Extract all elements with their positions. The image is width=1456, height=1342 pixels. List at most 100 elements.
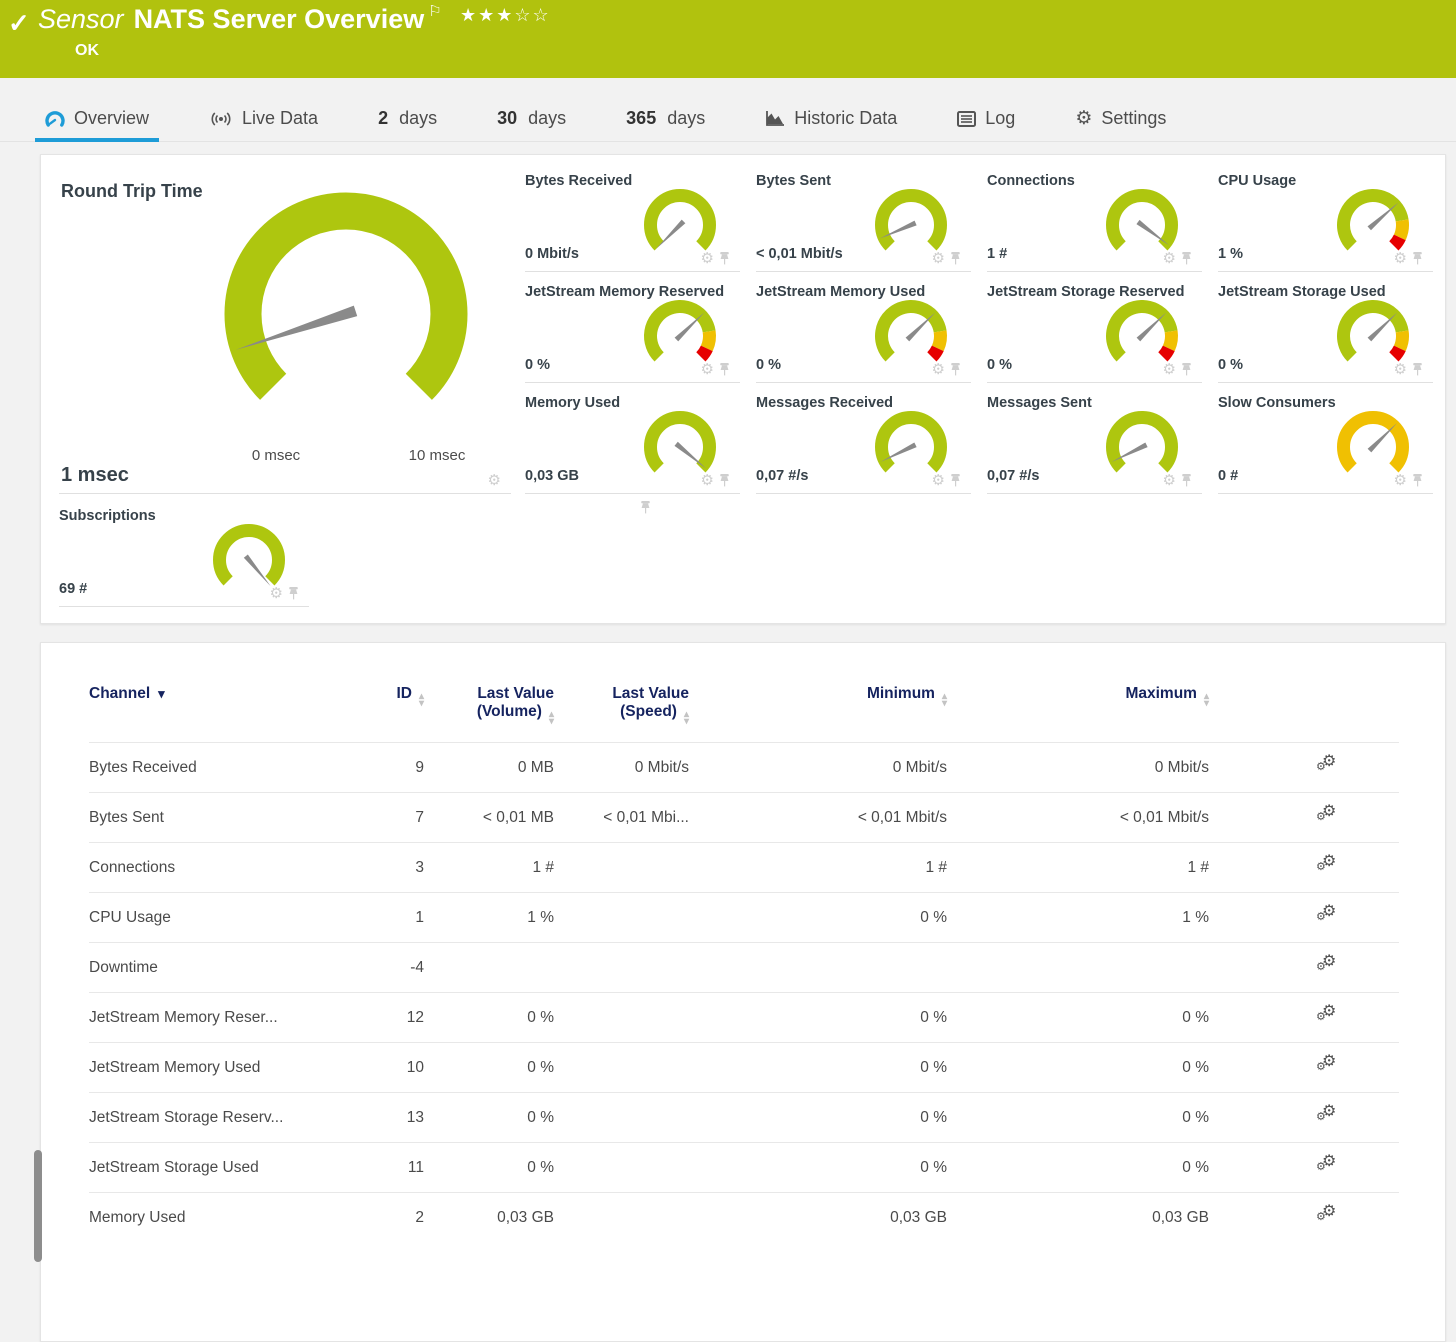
tab-30-days[interactable]: 30 days <box>487 96 576 141</box>
gauge-cell-memory-used[interactable]: Memory Used 0,03 GB ⚙ <box>525 383 740 494</box>
gauge-settings-gear-icon[interactable]: ⚙ <box>1394 473 1407 488</box>
table-row[interactable]: JetStream Storage Reserv... 13 0 % 0 % 0… <box>89 1093 1399 1143</box>
gauge-pin-icon[interactable] <box>1412 474 1423 487</box>
gauge-title: Round Trip Time <box>61 181 203 202</box>
gauge-settings-gear-icon[interactable]: ⚙ <box>701 362 714 377</box>
tab-log[interactable]: Log <box>947 96 1025 141</box>
table-row[interactable]: JetStream Storage Used 11 0 % 0 % 0 % ⚙⚙ <box>89 1143 1399 1193</box>
cell-last-value-volume: 0 % <box>424 1143 554 1193</box>
gauge-pin-icon[interactable] <box>1181 474 1192 487</box>
tab-historic-data[interactable]: Historic Data <box>755 96 907 141</box>
channels-table: Channel▾ ID▴▾ Last Value (Volume)▴▾ Last… <box>89 679 1399 1243</box>
gauge-cell-jetstream-storage-reserved[interactable]: JetStream Storage Reserved 0 % ⚙ <box>987 272 1202 383</box>
cell-last-value-volume: 0 % <box>424 1093 554 1143</box>
channel-settings-gears-icon[interactable]: ⚙⚙ <box>1317 1205 1339 1225</box>
table-row[interactable]: Downtime -4 ⚙⚙ <box>89 943 1399 993</box>
cell-maximum: 0 Mbit/s <box>947 743 1209 793</box>
gauge-pin-icon[interactable] <box>719 363 730 376</box>
channel-gauge <box>1098 185 1186 257</box>
gauge-pin-icon[interactable] <box>1181 363 1192 376</box>
gauge-cell-jetstream-memory-reserved[interactable]: JetStream Memory Reserved 0 % ⚙ <box>525 272 740 383</box>
gauge-cell-cpu-usage[interactable]: CPU Usage 1 % ⚙ <box>1218 161 1433 272</box>
gauge-cell-subscriptions[interactable]: Subscriptions 69 # ⚙ <box>59 496 309 607</box>
gauge-settings-gear-icon[interactable]: ⚙ <box>932 251 945 266</box>
cell-maximum: 0 % <box>947 1093 1209 1143</box>
gauge-settings-gear-icon[interactable]: ⚙ <box>1394 251 1407 266</box>
channel-settings-gears-icon[interactable]: ⚙⚙ <box>1317 805 1339 825</box>
gauge-pin-icon[interactable] <box>1181 252 1192 265</box>
gauge-settings-gear-icon[interactable]: ⚙ <box>488 473 501 488</box>
gauge-pin-icon[interactable] <box>950 363 961 376</box>
column-header-channel[interactable]: Channel▾ <box>89 679 334 743</box>
gauge-pin-icon[interactable] <box>719 474 730 487</box>
gauge-pin-icon[interactable] <box>640 501 651 514</box>
tab-live-data[interactable]: Live Data <box>199 96 328 141</box>
gauge-value: 0,03 GB <box>525 468 579 484</box>
cell-channel: JetStream Storage Reserv... <box>89 1093 334 1143</box>
gauge-settings-gear-icon[interactable]: ⚙ <box>1163 251 1176 266</box>
cell-actions: ⚙⚙ <box>1209 743 1399 793</box>
gauge-settings-gear-icon[interactable]: ⚙ <box>932 473 945 488</box>
gauge-cell-messages-sent[interactable]: Messages Sent 0,07 #/s ⚙ <box>987 383 1202 494</box>
gauge-settings-gear-icon[interactable]: ⚙ <box>1163 473 1176 488</box>
gauge-settings-gear-icon[interactable]: ⚙ <box>270 586 283 601</box>
channel-settings-gears-icon[interactable]: ⚙⚙ <box>1317 1105 1339 1125</box>
priority-stars[interactable]: ★★★☆☆ <box>460 5 551 26</box>
channel-settings-gears-icon[interactable]: ⚙⚙ <box>1317 1055 1339 1075</box>
gauge-cell-slow-consumers[interactable]: Slow Consumers 0 # ⚙ <box>1218 383 1433 494</box>
channel-settings-gears-icon[interactable]: ⚙⚙ <box>1317 755 1339 775</box>
table-row[interactable]: Bytes Sent 7 < 0,01 MB < 0,01 Mbi... < 0… <box>89 793 1399 843</box>
table-row[interactable]: JetStream Memory Used 10 0 % 0 % 0 % ⚙⚙ <box>89 1043 1399 1093</box>
table-row[interactable]: Connections 3 1 # 1 # 1 # ⚙⚙ <box>89 843 1399 893</box>
gauge-cell-messages-received[interactable]: Messages Received 0,07 #/s ⚙ <box>756 383 971 494</box>
tab-overview[interactable]: Overview <box>35 96 159 141</box>
sort-icon: ▴▾ <box>684 711 689 725</box>
cell-channel: Memory Used <box>89 1193 334 1243</box>
channel-gauge <box>867 296 955 368</box>
gauge-pin-icon[interactable] <box>288 587 299 600</box>
table-row[interactable]: Bytes Received 9 0 MB 0 Mbit/s 0 Mbit/s … <box>89 743 1399 793</box>
gauge-pin-icon[interactable] <box>1412 252 1423 265</box>
channel-settings-gears-icon[interactable]: ⚙⚙ <box>1317 1005 1339 1025</box>
tab-settings[interactable]: ⚙ Settings <box>1065 96 1176 141</box>
gauge-cell-jetstream-memory-used[interactable]: JetStream Memory Used 0 % ⚙ <box>756 272 971 383</box>
tab-2-days[interactable]: 2 days <box>368 96 447 141</box>
channel-settings-gears-icon[interactable]: ⚙⚙ <box>1317 1155 1339 1175</box>
gauge-cell-bytes-sent[interactable]: Bytes Sent < 0,01 Mbit/s ⚙ <box>756 161 971 272</box>
column-header-last-value-speed[interactable]: Last Value (Speed)▴▾ <box>554 679 689 743</box>
priority-flag-icon[interactable]: ⚐ <box>428 3 441 20</box>
gauges-panel: Round Trip Time 0 msec 10 msec 1 msec ⚙ … <box>40 154 1446 624</box>
channel-gauge <box>1329 296 1417 368</box>
gauge-settings-gear-icon[interactable]: ⚙ <box>932 362 945 377</box>
sensor-status-band: ✓ SensorNATS Server Overview⚐ ★★★☆☆ OK <box>0 0 1456 78</box>
gauge-cell-bytes-received[interactable]: Bytes Received 0 Mbit/s ⚙ <box>525 161 740 272</box>
gauge-cell-round-trip-time[interactable]: Round Trip Time 0 msec 10 msec 1 msec ⚙ <box>59 161 511 494</box>
column-header-last-value-volume[interactable]: Last Value (Volume)▴▾ <box>424 679 554 743</box>
column-header-id[interactable]: ID▴▾ <box>334 679 424 743</box>
table-row[interactable]: Memory Used 2 0,03 GB 0,03 GB 0,03 GB ⚙⚙ <box>89 1193 1399 1243</box>
gauge-settings-gear-icon[interactable]: ⚙ <box>1394 362 1407 377</box>
channel-settings-gears-icon[interactable]: ⚙⚙ <box>1317 955 1339 975</box>
gauge-pin-icon[interactable] <box>950 474 961 487</box>
page-scrollbar-thumb[interactable] <box>34 1150 42 1262</box>
table-row[interactable]: JetStream Memory Reser... 12 0 % 0 % 0 %… <box>89 993 1399 1043</box>
column-header-maximum[interactable]: Maximum▴▾ <box>947 679 1209 743</box>
tab-label: Overview <box>74 108 149 129</box>
gauge-settings-gear-icon[interactable]: ⚙ <box>701 251 714 266</box>
cell-channel: Connections <box>89 843 334 893</box>
channel-settings-gears-icon[interactable]: ⚙⚙ <box>1317 855 1339 875</box>
gauge-settings-gear-icon[interactable]: ⚙ <box>1163 362 1176 377</box>
gauge-settings-gear-icon[interactable]: ⚙ <box>701 473 714 488</box>
channel-gauge <box>636 407 724 479</box>
tab-365-days[interactable]: 365 days <box>616 96 715 141</box>
sort-icon: ▴▾ <box>942 693 947 707</box>
channel-settings-gears-icon[interactable]: ⚙⚙ <box>1317 905 1339 925</box>
gauge-cell-jetstream-storage-used[interactable]: JetStream Storage Used 0 % ⚙ <box>1218 272 1433 383</box>
gauge-pin-icon[interactable] <box>950 252 961 265</box>
gauge-pin-icon[interactable] <box>719 252 730 265</box>
table-row[interactable]: CPU Usage 1 1 % 0 % 1 % ⚙⚙ <box>89 893 1399 943</box>
sensor-title: NATS Server Overview <box>134 4 425 34</box>
gauge-cell-connections[interactable]: Connections 1 # ⚙ <box>987 161 1202 272</box>
gauge-pin-icon[interactable] <box>1412 363 1423 376</box>
column-header-minimum[interactable]: Minimum▴▾ <box>689 679 947 743</box>
